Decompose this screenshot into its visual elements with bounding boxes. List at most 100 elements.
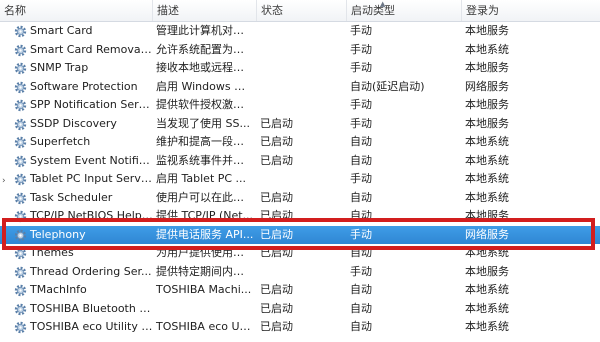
table-row[interactable]: Task Scheduler 使用户可以在此计... 已启动 自动 本地系统 xyxy=(0,189,600,207)
table-row[interactable]: Smart Card Removal ... 允许系统配置为移... 手动 本地系统 xyxy=(0,41,600,59)
service-description: 提供特定期间内一... xyxy=(156,264,254,278)
service-name: Smart Card xyxy=(30,24,93,37)
gear-icon xyxy=(14,81,27,94)
service-name: Software Protection xyxy=(30,79,138,93)
sort-ascending-icon: ▲ xyxy=(380,0,386,8)
service-startup-type: 自动 xyxy=(350,320,372,333)
service-startup-type: 自动 xyxy=(350,246,372,259)
service-description: 管理此计算机对智... xyxy=(156,24,254,37)
column-header-startup-type[interactable]: 启动类型 xyxy=(347,0,462,21)
table-row[interactable]: Software Protection 启用 Windows 和... 自动(延迟启… xyxy=(0,78,600,96)
service-description: 提供 TCP/IP (Net... xyxy=(156,209,254,222)
table-row[interactable]: TMachInfo TOSHIBA Machi... 已启动 自动 本地系统 xyxy=(0,281,600,299)
service-description: 为用户提供使用主... xyxy=(156,246,254,259)
column-header-logon-as[interactable]: 登录为 xyxy=(462,0,600,21)
table-row[interactable]: System Event Notifica... 监视系统事件并通... 已启动 自动… xyxy=(0,152,600,170)
service-startup-type: 手动 xyxy=(350,264,372,278)
service-description: TOSHIBA Machi... xyxy=(156,283,252,296)
service-status: 已启动 xyxy=(260,301,293,315)
service-name: Smart Card Removal ... xyxy=(30,42,153,56)
service-startup-type: 自动 xyxy=(350,301,372,315)
service-status xyxy=(257,59,345,77)
column-header-status[interactable]: 状态 xyxy=(257,0,347,21)
table-row[interactable]: TOSHIBA Bluetooth S... 已启动 自动 本地系统 xyxy=(0,300,600,318)
table-row[interactable]: Thread Ordering Ser... 提供特定期间内一... 手动 本地服务 xyxy=(0,263,600,281)
service-name: TCP/IP NetBIOS Helper xyxy=(30,209,153,222)
service-startup-type: 自动 xyxy=(350,283,372,296)
service-logon-as: 网络服务 xyxy=(465,227,509,241)
service-description: 启用 Tablet PC ... xyxy=(156,172,247,185)
table-row[interactable]: SNMP Trap 接收本地或远程简... 手动 本地服务 xyxy=(0,59,600,77)
table-row[interactable]: Superfetch 维护和提高一段时... 已启动 自动 本地系统 xyxy=(0,133,600,151)
table-row[interactable]: Tablet PC Input Service 启用 Tablet PC ... 手… xyxy=(0,170,600,188)
gear-icon xyxy=(14,25,27,38)
service-logon-as: 本地服务 xyxy=(465,209,509,222)
gear-icon xyxy=(14,321,27,334)
service-logon-as: 本地系统 xyxy=(465,172,509,185)
service-logon-as: 本地系统 xyxy=(465,301,509,315)
service-name: SSDP Discovery xyxy=(30,116,117,130)
service-description: 当发现了使用 SS... xyxy=(156,116,250,130)
service-description: 监视系统事件并通... xyxy=(156,153,254,167)
service-startup-type: 手动 xyxy=(350,227,372,241)
table-row[interactable]: SSDP Discovery 当发现了使用 SS... 已启动 手动 本地服务 xyxy=(0,115,600,133)
service-logon-as: 本地服务 xyxy=(465,24,509,37)
gear-icon xyxy=(14,62,27,75)
table-row[interactable]: Telephony 提供电话服务 API... 已启动 手动 网络服务 xyxy=(0,225,600,244)
service-description: 使用户可以在此计... xyxy=(156,190,254,204)
service-status: 已启动 xyxy=(260,320,293,333)
service-description: 提供软件授权激活... xyxy=(156,98,254,111)
service-status xyxy=(257,78,345,96)
service-name: Themes xyxy=(30,246,74,259)
service-description: 允许系统配置为移... xyxy=(156,42,254,56)
gear-icon xyxy=(14,303,27,316)
column-header: 名称 描述 状态 启动类型 登录为 ▲ xyxy=(0,0,600,22)
service-startup-type: 手动 xyxy=(350,42,372,56)
column-header-name[interactable]: 名称 xyxy=(0,0,153,21)
service-startup-type: 自动 xyxy=(350,135,372,148)
service-startup-type: 手动 xyxy=(350,116,372,130)
service-description: TOSHIBA eco Ut... xyxy=(156,320,254,333)
service-description: 接收本地或远程简... xyxy=(156,61,254,74)
table-row[interactable]: TOSHIBA eco Utility S... TOSHIBA eco Ut..… xyxy=(0,318,600,336)
gear-icon xyxy=(14,118,27,131)
gear-icon xyxy=(14,247,27,260)
gear-icon xyxy=(14,173,27,186)
service-status xyxy=(257,170,345,188)
service-logon-as: 本地系统 xyxy=(465,283,509,296)
gear-icon xyxy=(14,229,27,242)
service-name: SNMP Trap xyxy=(30,61,89,74)
table-row[interactable]: TCP/IP NetBIOS Helper 提供 TCP/IP (Net... 已启… xyxy=(0,207,600,225)
table-row[interactable]: Themes 为用户提供使用主... 已启动 自动 本地系统 xyxy=(0,244,600,262)
service-name: SPP Notification Servi... xyxy=(30,98,153,111)
gear-icon xyxy=(14,266,27,279)
service-logon-as: 本地系统 xyxy=(465,135,509,148)
service-name: System Event Notifica... xyxy=(30,153,153,167)
service-logon-as: 网络服务 xyxy=(465,79,509,93)
service-logon-as: 本地服务 xyxy=(465,264,509,278)
service-name: Task Scheduler xyxy=(30,190,113,204)
service-status xyxy=(257,96,345,114)
service-startup-type: 手动 xyxy=(350,24,372,37)
service-status: 已启动 xyxy=(260,116,293,130)
gear-icon xyxy=(14,155,27,168)
service-logon-as: 本地服务 xyxy=(465,116,509,130)
service-logon-as: 本地系统 xyxy=(465,320,509,333)
table-row[interactable]: SPP Notification Servi... 提供软件授权激活... 手动 本地… xyxy=(0,96,600,114)
service-description xyxy=(153,300,254,318)
service-status xyxy=(257,263,345,281)
service-name: TOSHIBA eco Utility S... xyxy=(30,320,153,333)
service-logon-as: 本地服务 xyxy=(465,61,509,74)
gear-icon xyxy=(14,192,27,205)
service-startup-type: 手动 xyxy=(350,98,372,111)
service-status xyxy=(257,22,345,40)
service-name: Telephony xyxy=(30,227,86,241)
table-row[interactable]: Smart Card 管理此计算机对智... 手动 本地服务 xyxy=(0,22,600,40)
gear-icon xyxy=(14,44,27,57)
service-status: 已启动 xyxy=(260,190,293,204)
gear-icon xyxy=(14,99,27,112)
service-startup-type: 手动 xyxy=(350,61,372,74)
service-startup-type: 自动(延迟启动) xyxy=(350,79,425,93)
column-header-description[interactable]: 描述 xyxy=(153,0,257,21)
service-status: 已启动 xyxy=(260,283,293,296)
